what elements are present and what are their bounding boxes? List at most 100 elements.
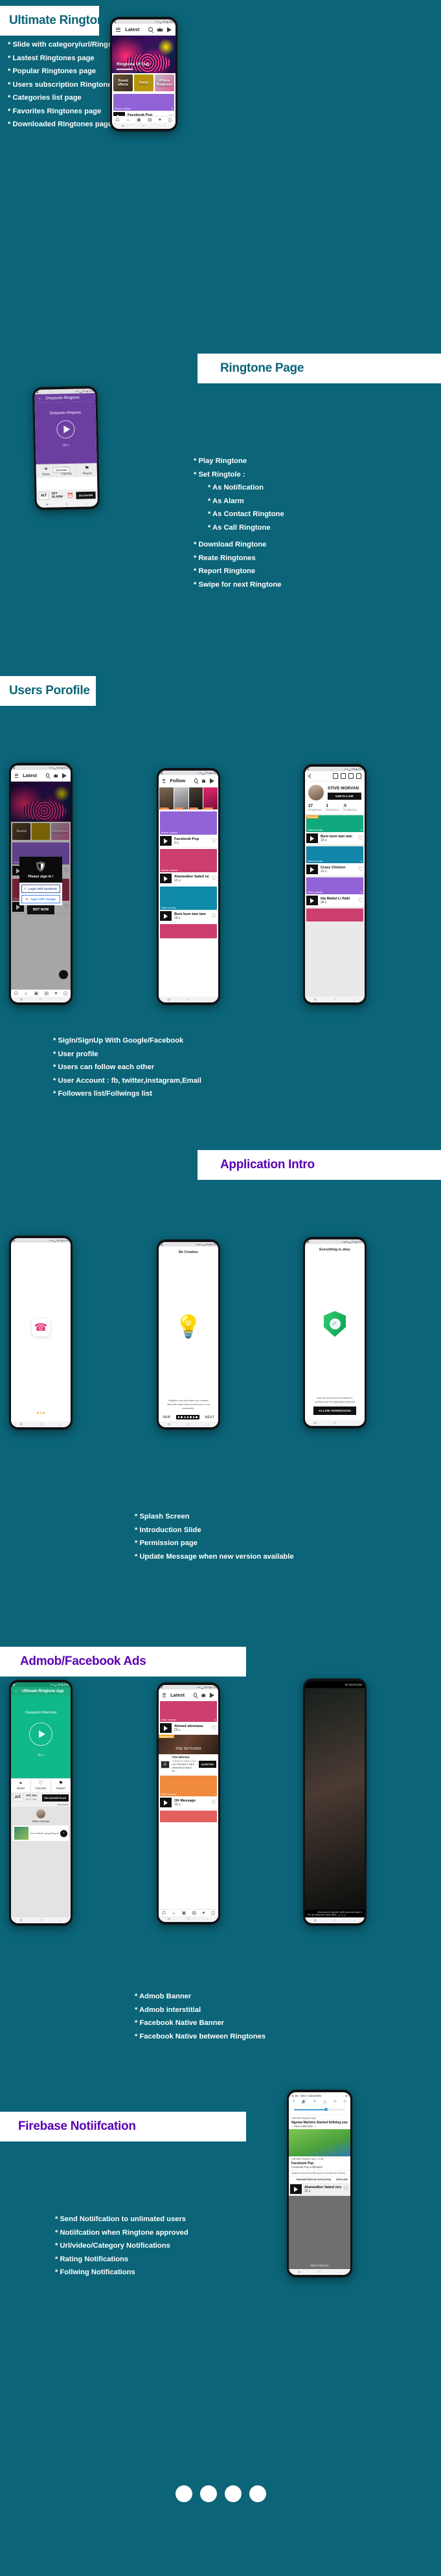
content-scroll[interactable]: Stive morvan 3 Ahmed almslaoa 29 s ♡ Spo… [159, 1701, 218, 1909]
ringtone-art[interactable]: Stive morvan 2 [306, 846, 363, 863]
playstore-icon[interactable] [210, 778, 214, 784]
playstore-icon[interactable] [62, 773, 67, 778]
ringtone-art[interactable] [160, 924, 217, 938]
ringtone-row[interactable]: Facebook Pop 0 s ♡ [112, 111, 175, 116]
nav-recents-icon[interactable]: ⇉ [167, 1917, 170, 1921]
ringtone-art[interactable]: Maroc Lanson [160, 811, 217, 835]
settings-gear-icon[interactable]: ⚙ [345, 2094, 348, 2097]
ringtone-art[interactable]: Maroc Lanson 0 [113, 94, 174, 111]
follow-user-card[interactable]: Subscribe [188, 787, 203, 809]
favorite-icon[interactable]: ♡ [212, 913, 217, 919]
tab-home-icon[interactable]: ☖ [162, 1911, 166, 1915]
ringtone-art[interactable]: Stive morvan 1 [160, 1776, 217, 1796]
ringtone-row[interactable]: Facebook Pop 0 s ♡ [159, 835, 218, 848]
content-scroll[interactable]: Sound Ringtones Maroc Lanson Facebook Po… [11, 782, 71, 989]
tab-radio-icon[interactable]: ▣ [182, 1911, 187, 1915]
nav-back-icon[interactable]: ← [207, 1917, 210, 1921]
footer-dot[interactable] [224, 2485, 242, 2502]
play-button[interactable] [306, 833, 318, 843]
crown-icon[interactable] [201, 1693, 205, 1697]
ringtone-row[interactable]: Ahmed almslaoa 29 s ♡ [159, 1722, 218, 1735]
nav-recents-icon[interactable]: ⇉ [313, 998, 316, 1002]
menu-icon[interactable] [163, 778, 166, 783]
menu-icon[interactable] [15, 773, 19, 778]
search-icon[interactable] [46, 773, 50, 778]
nav-recents-icon[interactable]: ⇉ [167, 998, 170, 1002]
download-tooltip[interactable]: Download [52, 466, 70, 473]
native-ad-row[interactable]: ⚔ The Witcher THEWITCHER.COM CD PROJEKT … [159, 1754, 218, 1774]
category-tile[interactable]: Fanny [134, 74, 153, 91]
skip-button[interactable]: SKIP [163, 1416, 170, 1419]
favorite-icon[interactable]: ♡ [212, 1725, 217, 1731]
nav-back-icon[interactable]: ← [59, 1919, 62, 1923]
clear-notifications-button[interactable]: EFFACER [336, 2178, 348, 2181]
ringtone-row[interactable]: Alanwalker faded ncs 15 s ♡ [159, 872, 218, 885]
ringtone-art[interactable]: Maroc Lanson [160, 849, 217, 872]
search-icon[interactable] [194, 778, 198, 783]
nav-recents-icon[interactable]: ⇉ [167, 1423, 170, 1427]
nav-recents-icon[interactable]: ⇉ [313, 1421, 316, 1425]
content-scroll[interactable]: Ringtone Of Day Sound effects Fanny iPho… [112, 36, 175, 116]
unfollow-button[interactable]: UNFOLLOW [328, 792, 361, 800]
dnd-icon[interactable]: Ⓢ [323, 2099, 327, 2105]
tab-folder-icon[interactable]: ◫ [211, 1911, 216, 1915]
menu-icon[interactable] [116, 27, 121, 32]
ringtone-art[interactable]: Stive morvan 3 [160, 1701, 217, 1722]
follow-user-card[interactable]: Subscribe [174, 787, 188, 809]
playstore-icon[interactable] [167, 27, 172, 32]
play-button[interactable] [160, 874, 172, 883]
ad-cta-button[interactable]: ACHETER [198, 1761, 216, 1768]
follow-user-card[interactable]: Subscribe [159, 787, 174, 809]
hero-banner[interactable]: Ringtone Of Day [112, 36, 175, 73]
tab-radio-icon[interactable]: ▣ [34, 991, 39, 996]
ad-next-arrow-icon[interactable]: › [60, 1829, 67, 1837]
report-action[interactable]: ⚑ Report [51, 1779, 71, 1792]
nav-home-icon[interactable]: □ [40, 1423, 41, 1427]
ad-cta-button[interactable]: EN SAVOIR PLUS [41, 1794, 69, 1802]
nav-home-icon[interactable]: □ [187, 998, 189, 1002]
play-button[interactable] [290, 2184, 302, 2194]
share-action[interactable]: ⚭ Share [11, 1779, 31, 1792]
favorite-action[interactable]: ♡ Favorite [31, 1779, 51, 1792]
brightness-slider[interactable] [294, 2108, 345, 2111]
tab-trending-icon[interactable]: ♨ [172, 1911, 175, 1915]
crown-icon[interactable] [54, 773, 58, 778]
content-scroll[interactable]: Subscribe Subscribe Subscribe Subscribe … [159, 787, 218, 997]
airplane-icon[interactable]: ✈ [343, 2099, 346, 2105]
nav-recents-icon[interactable]: ⇉ [121, 124, 124, 128]
category-tile[interactable]: iPhone Ringtones [155, 74, 174, 91]
tab-trending-icon[interactable]: ♨ [126, 118, 130, 122]
nav-home-icon[interactable]: □ [187, 1423, 189, 1427]
tab-vibrate-icon[interactable]: ▤ [192, 1911, 197, 1915]
nav-back-icon[interactable]: ← [353, 998, 356, 1002]
instagram-account-icon[interactable] [348, 773, 354, 779]
playstore-icon[interactable] [210, 1692, 214, 1698]
nav-back-icon[interactable]: ← [85, 502, 89, 506]
nav-back-icon[interactable]: ← [353, 1919, 356, 1923]
nav-back-icon[interactable]: ← [207, 998, 210, 1002]
favorite-icon[interactable]: ♡ [358, 866, 363, 872]
favorite-icon[interactable]: ♡ [358, 898, 363, 903]
facebook-account-icon[interactable] [333, 773, 338, 779]
ringtone-art[interactable]: Premium Stive morvan 0 [306, 815, 363, 832]
favorite-icon[interactable]: ♡ [358, 835, 363, 841]
tab-favorite-icon[interactable]: ♥ [159, 118, 161, 122]
play-button[interactable] [29, 1723, 52, 1746]
ringtone-art[interactable]: Stive morvan 0 [306, 877, 363, 894]
play-button[interactable] [306, 864, 318, 874]
category-tile[interactable]: Sound effects [113, 74, 133, 91]
tab-trending-icon[interactable]: ♨ [24, 991, 28, 996]
back-icon[interactable]: ← [14, 1689, 19, 1693]
nav-home-icon[interactable]: □ [334, 1421, 335, 1425]
nav-back-icon[interactable]: ← [353, 1421, 356, 1425]
ringtone-art[interactable] [160, 1811, 217, 1822]
nav-back-icon[interactable]: ← [207, 1423, 210, 1427]
nav-recents-icon[interactable]: ⇉ [19, 1423, 22, 1427]
flashlight-icon[interactable]: ✇ [334, 2099, 337, 2105]
nav-home-icon[interactable]: □ [319, 2270, 321, 2274]
google-login-button[interactable]: G login with Google [21, 895, 61, 903]
nav-back-icon[interactable]: ← [163, 124, 166, 128]
tab-home-icon[interactable]: ☖ [14, 991, 18, 996]
notification-settings-button[interactable]: PARAMÈTRES NOTIFICATION [296, 2178, 331, 2181]
tab-folder-icon[interactable]: ◫ [168, 118, 172, 122]
